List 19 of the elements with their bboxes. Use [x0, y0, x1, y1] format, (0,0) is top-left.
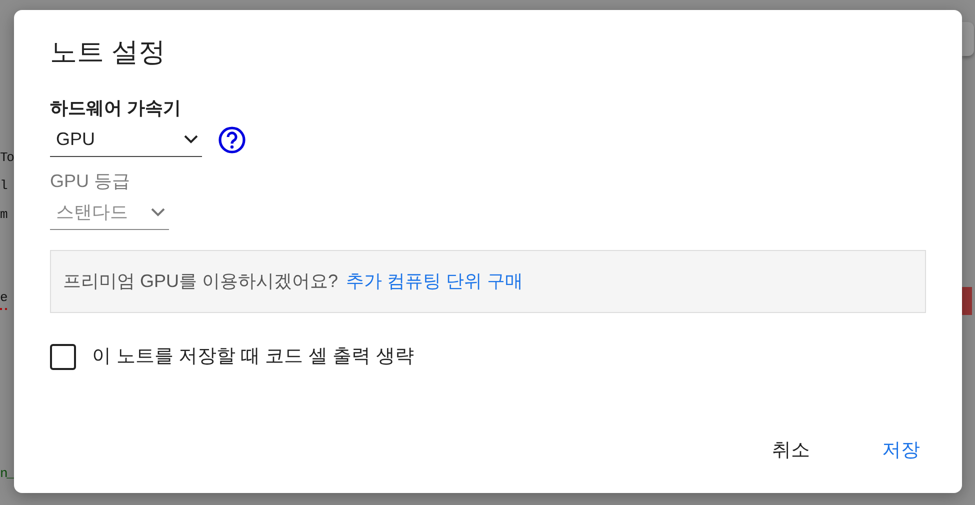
caret-icon	[151, 208, 165, 217]
code-text: n_	[0, 465, 14, 483]
code-text: l	[0, 177, 7, 195]
field-label: 하드웨어 가속기	[50, 98, 182, 120]
purchase-link[interactable]: 추가 컴퓨팅 단위 구매	[346, 268, 524, 295]
cancel-button[interactable]: 취소	[760, 428, 822, 473]
code-text: To	[0, 149, 14, 167]
dialog-title: 노트 설정	[50, 36, 167, 68]
field-label: GPU 등급	[50, 170, 132, 193]
caret-icon	[184, 134, 198, 144]
checkbox-label: 이 노트를 저장할 때 코드 셀 출력 생략	[92, 344, 414, 369]
save-button[interactable]: 저장	[870, 428, 932, 473]
notice-text: 프리미엄 GPU를 이용하시겠어요?	[63, 270, 338, 293]
help-icon[interactable]	[218, 126, 246, 154]
error-marker	[962, 287, 972, 315]
code-text: e	[0, 288, 7, 310]
select-dropdown[interactable]: GPU	[50, 124, 202, 157]
code-text: m	[0, 206, 7, 224]
checkbox[interactable]	[50, 344, 76, 370]
